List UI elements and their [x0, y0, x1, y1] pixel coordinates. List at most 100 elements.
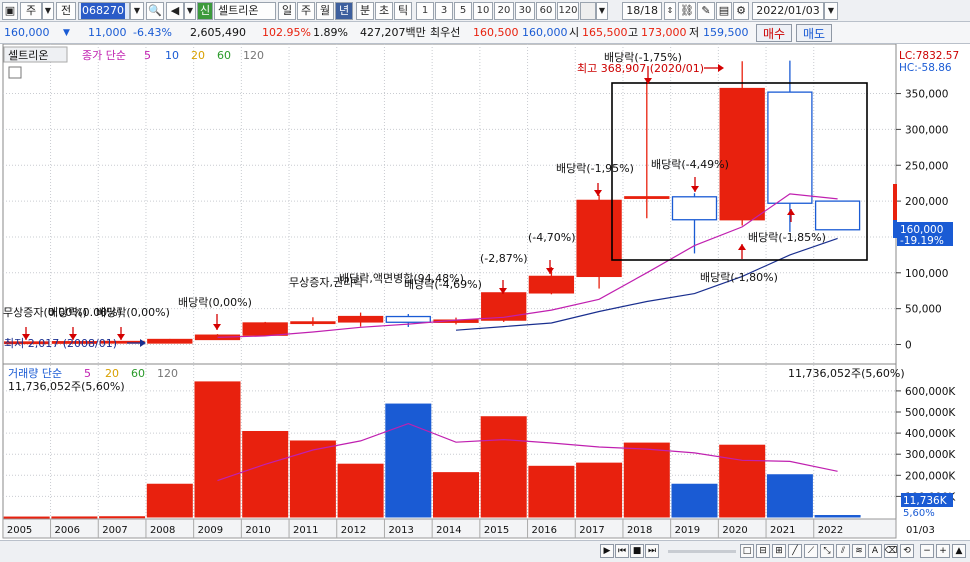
period-minute[interactable]: 분 — [356, 2, 374, 20]
period-second[interactable]: 초 — [375, 2, 393, 20]
high-value: 173,000 — [641, 26, 687, 39]
scroll-play-icon[interactable]: ▶ — [600, 544, 614, 558]
period-year[interactable]: 년 — [335, 2, 353, 20]
scroll-first-icon[interactable]: ⏮ — [615, 544, 629, 558]
market-select[interactable]: 주 — [20, 2, 42, 20]
interval-5[interactable]: 5 — [454, 2, 472, 20]
volume-bar[interactable] — [51, 516, 98, 519]
event-annotation: (-4,70%) — [528, 231, 576, 244]
period-day[interactable]: 일 — [278, 2, 296, 20]
volume-bar[interactable] — [99, 516, 146, 519]
zoom-in-icon[interactable]: ⊞ — [772, 544, 786, 558]
period-month[interactable]: 월 — [316, 2, 334, 20]
candle-body[interactable] — [624, 196, 670, 199]
draw-undo-icon[interactable]: ⟲ — [900, 544, 914, 558]
volume-bar[interactable] — [528, 465, 575, 518]
gear-icon[interactable]: ⚙ — [733, 2, 749, 20]
interval-120[interactable]: 120 — [557, 2, 579, 20]
date-field[interactable]: 2022/01/03 — [752, 2, 824, 20]
volume-bar[interactable] — [623, 442, 670, 518]
price-chart[interactable]: 2005 2006 2007 2008 2009 2010 2011 2012 2013 2014… — [0, 44, 970, 540]
chart-shrink-icon[interactable]: − — [920, 544, 934, 558]
chart-expand-icon[interactable]: + — [936, 544, 950, 558]
chart-fit-icon[interactable]: ▲ — [952, 544, 966, 558]
volume-bar[interactable] — [3, 516, 50, 519]
calendar-icon[interactable] — [8, 66, 22, 79]
event-annotation: 배당락(-1,95%) — [556, 162, 634, 175]
interval-30[interactable]: 30 — [515, 2, 535, 20]
candle-body[interactable] — [767, 91, 813, 204]
buy-button[interactable]: 매수 — [756, 24, 792, 42]
candle-body[interactable] — [337, 315, 384, 323]
interval-1[interactable]: 1 — [416, 2, 434, 20]
interval-dropdown-icon[interactable]: ▼ — [596, 2, 608, 20]
candle-body[interactable] — [719, 87, 765, 221]
stock-name-field[interactable]: 셀트리온 — [214, 2, 276, 20]
interval-custom-input[interactable] — [580, 2, 596, 20]
volume-bar[interactable] — [814, 515, 861, 518]
interval-60[interactable]: 60 — [536, 2, 556, 20]
page-spin-icon[interactable]: ⇕ — [664, 2, 676, 20]
volume-bar[interactable] — [480, 416, 527, 518]
volume-bar[interactable] — [194, 381, 241, 518]
interval-20[interactable]: 20 — [494, 2, 514, 20]
speaker-dropdown-icon[interactable]: ▼ — [184, 2, 196, 20]
draw-fib-icon[interactable]: ≋ — [852, 544, 866, 558]
scroll-stop-icon[interactable]: ■ — [630, 544, 644, 558]
candle-body[interactable] — [147, 338, 193, 344]
code-value: 068270 — [81, 3, 125, 19]
search-icon[interactable]: 🔍 — [146, 2, 164, 20]
zoom-out-icon[interactable]: ⊟ — [756, 544, 770, 558]
candle-body[interactable] — [385, 315, 431, 323]
event-annotation: 배당락(0,00%) — [96, 306, 170, 319]
volume-bar[interactable] — [671, 483, 718, 518]
volume-bar[interactable] — [242, 430, 289, 518]
candle-body[interactable] — [576, 199, 622, 278]
volume-bar[interactable] — [576, 462, 623, 518]
volume-bar[interactable] — [719, 444, 766, 518]
candle-body[interactable] — [528, 275, 575, 294]
volume-bar[interactable] — [766, 474, 813, 518]
prev-button[interactable]: 전 — [56, 2, 76, 20]
candle-body[interactable] — [671, 196, 718, 221]
draw-ray-icon[interactable]: ⟋ — [804, 544, 818, 558]
speaker-icon[interactable]: ◀ — [166, 2, 184, 20]
event-annotation: 배당락(-1,85%) — [748, 231, 826, 244]
draw-erase-icon[interactable]: ⌫ — [884, 544, 898, 558]
candle-body[interactable] — [814, 200, 861, 231]
volume-bar[interactable] — [146, 483, 193, 518]
chart-tool-icon[interactable]: ✎ — [697, 2, 715, 20]
code-dropdown-icon[interactable]: ▼ — [130, 2, 144, 20]
link-icon[interactable]: ⛓ — [678, 2, 696, 20]
event-annotation: 배당락(-4,69%) — [404, 278, 482, 291]
draw-text-icon[interactable]: A — [868, 544, 882, 558]
candle-body[interactable] — [290, 321, 336, 325]
interval-3[interactable]: 3 — [435, 2, 453, 20]
draw-line-icon[interactable]: ╱ — [788, 544, 802, 558]
candle-body[interactable] — [242, 322, 288, 336]
volume-bar[interactable] — [433, 472, 479, 518]
market-dropdown-icon[interactable]: ▼ — [42, 2, 54, 20]
price-legend-item: 종가 단순 — [82, 49, 126, 62]
date-dropdown-icon[interactable]: ▼ — [824, 2, 838, 20]
volume-bar[interactable] — [337, 463, 384, 518]
period-tick[interactable]: 틱 — [394, 2, 412, 20]
window-menu-icon[interactable]: ▣ — [2, 2, 18, 20]
period-week[interactable]: 주 — [297, 2, 315, 20]
draw-trend-icon[interactable]: ⤡ — [820, 544, 834, 558]
volume-bar[interactable] — [385, 403, 432, 518]
interval-10[interactable]: 10 — [473, 2, 493, 20]
y-tick-label-vol: 600,000K — [905, 386, 956, 398]
save-icon[interactable]: ▤ — [716, 2, 732, 20]
volume-bar[interactable] — [289, 440, 336, 518]
candle-body[interactable] — [481, 292, 527, 321]
code-input[interactable]: 068270 — [78, 2, 130, 20]
scroll-last-icon[interactable]: ⏭ — [645, 544, 659, 558]
zoom-slider[interactable] — [668, 550, 736, 553]
price-marker-up — [893, 184, 897, 220]
zoom-box-icon[interactable]: □ — [740, 544, 754, 558]
date-value: 2022/01/03 — [756, 4, 820, 17]
volume-header-right: 11,736,052주(5,60%) — [788, 367, 905, 380]
draw-channel-icon[interactable]: ⫽ — [836, 544, 850, 558]
sell-button[interactable]: 매도 — [796, 24, 832, 42]
